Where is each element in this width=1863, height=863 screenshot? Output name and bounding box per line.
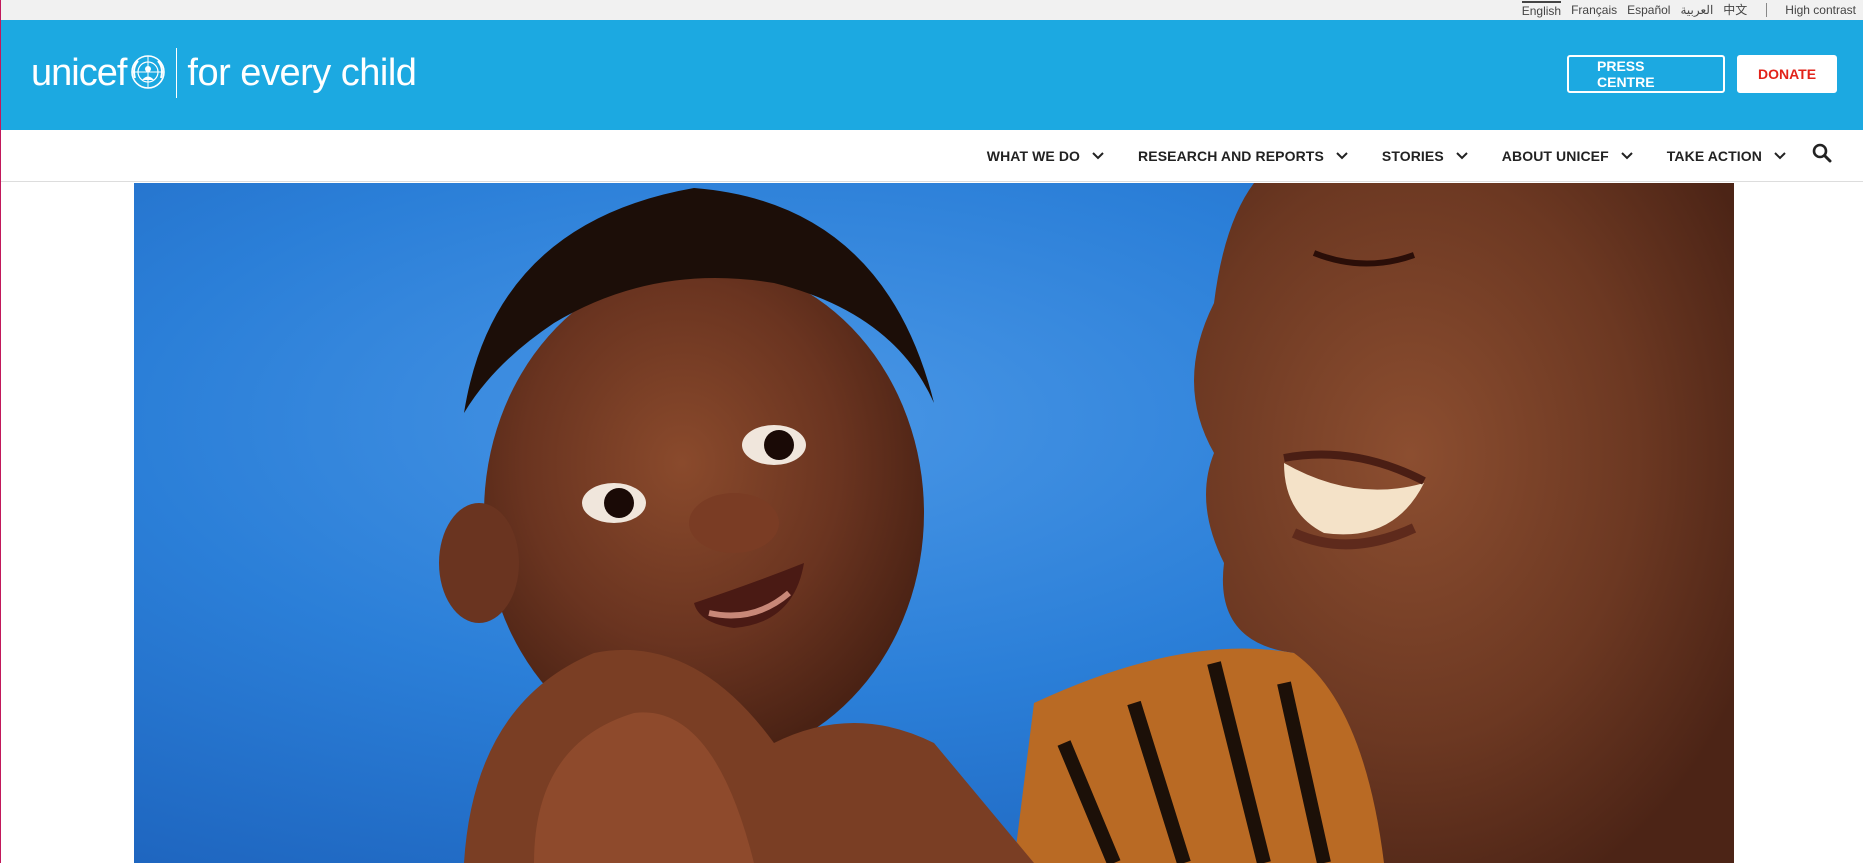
hero-photo-mother-and-child — [134, 183, 1734, 863]
nav-item-take-action[interactable]: TAKE ACTION — [1667, 147, 1786, 165]
main-navigation: WHAT WE DO RESEARCH AND REPORTS STORIES … — [1, 130, 1863, 182]
chevron-down-icon — [1092, 147, 1104, 165]
lang-english[interactable]: English — [1521, 1, 1562, 19]
logo-divider — [176, 48, 178, 98]
language-switcher: English Français Español العربية 中文 — [1517, 0, 1753, 20]
chevron-down-icon — [1774, 147, 1786, 165]
logo-tagline: for every child — [187, 51, 417, 94]
nav-item-what-we-do[interactable]: WHAT WE DO — [987, 147, 1104, 165]
header-actions: PRESS CENTRE DONATE — [1567, 55, 1837, 93]
nav-item-about-unicef[interactable]: ABOUT UNICEF — [1502, 147, 1633, 165]
nav-item-research-and-reports[interactable]: RESEARCH AND REPORTS — [1138, 147, 1348, 165]
logo-wordmark: unicef — [31, 51, 127, 94]
nav-item-label: WHAT WE DO — [986, 147, 1081, 164]
utility-bar: English Français Español العربية 中文 High… — [1, 0, 1863, 20]
lang-french[interactable]: Français — [1571, 0, 1617, 20]
nav-item-label: TAKE ACTION — [1666, 147, 1762, 164]
search-button[interactable] — [1812, 143, 1832, 168]
unicef-emblem-icon — [130, 54, 166, 95]
nav-item-stories[interactable]: STORIES — [1382, 147, 1468, 165]
lang-arabic[interactable]: العربية — [1680, 0, 1713, 20]
search-icon — [1812, 143, 1832, 168]
donate-button[interactable]: DONATE — [1737, 55, 1837, 93]
nav-item-label: ABOUT UNICEF — [1501, 147, 1609, 164]
chevron-down-icon — [1621, 147, 1633, 165]
chevron-down-icon — [1336, 147, 1348, 165]
unicef-logo[interactable]: unicef for every child — [31, 48, 417, 98]
lang-spanish[interactable]: Español — [1627, 0, 1670, 20]
nav-item-label: RESEARCH AND REPORTS — [1138, 147, 1324, 164]
lang-chinese[interactable]: 中文 — [1723, 0, 1747, 20]
utility-divider — [1766, 3, 1768, 17]
chevron-down-icon — [1456, 147, 1468, 165]
site-header: unicef for every child PRESS CENTRE DONA… — [1, 20, 1863, 130]
high-contrast-toggle[interactable]: High contrast — [1785, 3, 1856, 17]
nav-item-label: STORIES — [1381, 147, 1444, 164]
press-centre-button[interactable]: PRESS CENTRE — [1567, 55, 1725, 93]
hero-image — [134, 183, 1734, 863]
